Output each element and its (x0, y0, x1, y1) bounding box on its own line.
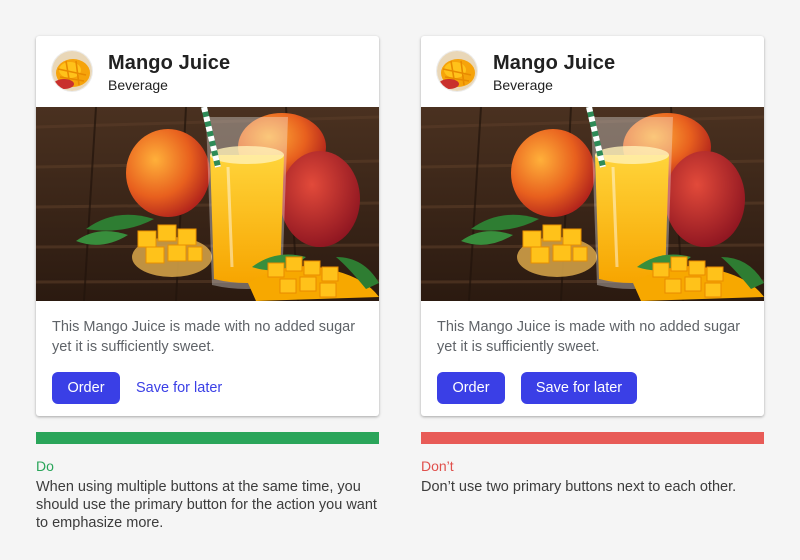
do-label: Do (36, 458, 54, 474)
mango-juice-photo (36, 107, 379, 301)
dont-label: Don’t (421, 458, 454, 474)
card-subtitle: Beverage (493, 77, 553, 93)
dont-indicator-bar (421, 432, 764, 444)
card-header: Mango Juice Beverage (421, 36, 764, 107)
mango-icon (437, 51, 477, 91)
mango-juice-photo (421, 107, 764, 301)
card-description: This Mango Juice is made with no added s… (437, 319, 741, 355)
dont-example: Mango Juice Beverage This Mango Juice is… (421, 36, 764, 496)
order-button[interactable]: Order (52, 372, 120, 404)
do-indicator-bar (36, 432, 379, 444)
card-description: This Mango Juice is made with no added s… (52, 319, 356, 355)
card-header: Mango Juice Beverage (36, 36, 379, 107)
card-title: Mango Juice (108, 52, 231, 74)
card-subtitle: Beverage (108, 77, 168, 93)
card-title: Mango Juice (493, 52, 616, 74)
save-for-later-button[interactable]: Save for later (136, 372, 246, 404)
do-description: When using multiple buttons at the same … (36, 479, 377, 531)
product-card: Mango Juice Beverage This Mango Juice is… (421, 36, 764, 416)
order-button[interactable]: Order (437, 372, 505, 404)
dont-description: Don’t use two primary buttons next to ea… (421, 479, 737, 495)
mango-icon (52, 51, 92, 91)
save-for-later-button[interactable]: Save for later (521, 372, 637, 404)
do-example: Mango Juice Beverage This Mango Juice is… (36, 36, 379, 532)
product-card: Mango Juice Beverage This Mango Juice is… (36, 36, 379, 416)
